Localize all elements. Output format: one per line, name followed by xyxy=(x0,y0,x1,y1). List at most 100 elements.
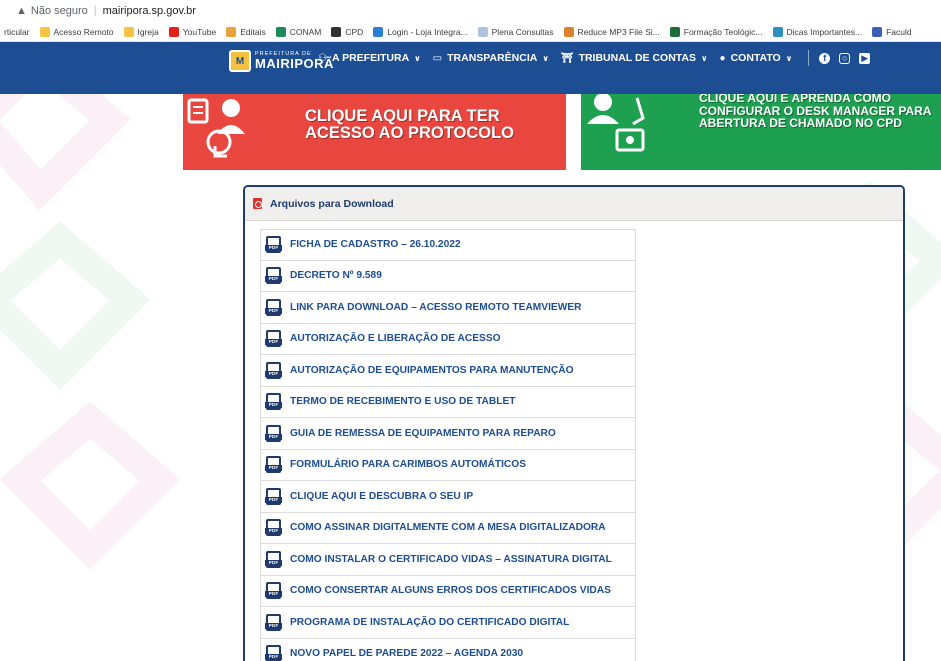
pdf-file-icon: PDF xyxy=(265,330,282,348)
nav-tribunal-de-contas[interactable]: ⛩ TRIBUNAL DE CONTAS ∨ xyxy=(561,52,708,64)
bookmark-item[interactable]: Acesso Remoto xyxy=(39,26,114,37)
download-link[interactable]: PDF DECRETO Nº 9.589 xyxy=(260,260,636,292)
bookmark-icon xyxy=(275,26,286,37)
download-link-label: COMO INSTALAR O CERTIFICADO VIDAS – ASSI… xyxy=(290,553,612,565)
pdf-file-icon: PDF xyxy=(265,236,282,254)
download-link[interactable]: PDF COMO CONSERTAR ALGUNS ERROS DOS CERTI… xyxy=(260,575,636,607)
download-link[interactable]: PDF COMO INSTALAR O CERTIFICADO VIDAS – A… xyxy=(260,544,636,576)
pdf-file-icon: PDF xyxy=(265,298,282,316)
download-link[interactable]: PDF AUTORIZAÇÃO E LIBERAÇÃO DE ACESSO xyxy=(260,323,636,355)
bookmark-item[interactable]: Faculd xyxy=(872,26,912,37)
bookmark-label: Igreja xyxy=(137,26,159,37)
bookmark-label: YouTube xyxy=(182,26,217,37)
bookmark-icon xyxy=(39,26,50,37)
bookmark-item[interactable]: Reduce MP3 File Si... xyxy=(563,26,660,37)
pdf-file-icon: PDF xyxy=(265,645,282,661)
download-link-label: CLIQUE AQUI E DESCUBRA O SEU IP xyxy=(290,490,474,502)
nav-label: CONTATO xyxy=(730,52,781,64)
pdf-file-tag: PDF xyxy=(265,276,282,283)
nav-label: TRANSPARÊNCIA xyxy=(447,52,538,64)
youtube-icon[interactable]: ▶ xyxy=(859,52,871,64)
download-link[interactable]: PDF TERMO DE RECEBIMENTO E USO DE TABLET xyxy=(260,386,636,418)
nav-label: A PREFEITURA xyxy=(331,52,410,64)
warning-icon[interactable]: ▲ xyxy=(16,5,27,17)
download-link[interactable]: PDF AUTORIZAÇÃO DE EQUIPAMENTOS PARA MANU… xyxy=(260,355,636,387)
bookmark-item[interactable]: Formação Teológic... xyxy=(669,26,763,37)
url-text[interactable]: mairipora.sp.gov.br xyxy=(103,5,196,17)
protocol-banner[interactable]: CLIQUE AQUI PARA TER ACESSO AO PROTOCOLO xyxy=(183,94,566,170)
bookmark-icon xyxy=(772,26,783,37)
pdf-file-icon: PDF xyxy=(265,487,282,505)
bookmark-item[interactable]: YouTube xyxy=(168,26,217,37)
pdf-icon xyxy=(253,198,262,209)
bookmark-label: Login - Loja Integra... xyxy=(387,26,468,37)
pdf-file-tag: PDF xyxy=(265,370,282,377)
facebook-icon[interactable]: f xyxy=(819,52,831,64)
download-link-label: NOVO PAPEL DE PAREDE 2022 – AGENDA 2030 xyxy=(290,648,524,660)
download-link-label: TERMO DE RECEBIMENTO E USO DE TABLET xyxy=(290,396,516,408)
download-link[interactable]: PDF CLIQUE AQUI E DESCUBRA O SEU IP xyxy=(260,481,636,513)
download-link[interactable]: PDF LINK PARA DOWNLOAD – ACESSO REMOTO TE… xyxy=(260,292,636,324)
download-link[interactable]: PDF PROGRAMA DE INSTALAÇÃO DO CERTIFICADO… xyxy=(260,607,636,639)
pdf-file-tag: PDF xyxy=(265,496,282,503)
instagram-icon[interactable]: ○ xyxy=(839,52,851,64)
pdf-file-icon: PDF xyxy=(265,550,282,568)
site-header: M PREFEITURA DE MAIRIPORÃ ⚇ A PREFEITURA… xyxy=(0,42,941,94)
download-link[interactable]: PDF COMO ASSINAR DIGITALMENTE COM A MESA … xyxy=(260,512,636,544)
download-link-label: FICHA DE CADASTRO – 26.10.2022 xyxy=(290,239,461,251)
bookmark-item[interactable]: Igreja xyxy=(123,26,159,37)
pdf-file-tag: PDF xyxy=(265,245,282,252)
desk-manager-banner-text: CLIQUE AQUI E APRENDA COMO CONFIGURAR O … xyxy=(699,94,932,131)
security-label[interactable]: Não seguro xyxy=(31,5,88,17)
bookmark-label: Editais xyxy=(240,26,266,37)
bookmark-item[interactable]: Plena Consultas xyxy=(477,26,554,37)
bookmark-item[interactable]: CONAM xyxy=(275,26,321,37)
download-link[interactable]: PDF FICHA DE CADASTRO – 26.10.2022 xyxy=(260,229,636,261)
download-link[interactable]: PDF GUIA DE REMESSA DE EQUIPAMENTO PARA R… xyxy=(260,418,636,450)
bookmark-label: Dicas Importantes... xyxy=(786,26,863,37)
bookmark-icon xyxy=(123,26,134,37)
bookmark-label: Formação Teológic... xyxy=(683,26,763,37)
bookmark-item[interactable]: Login - Loja Integra... xyxy=(373,26,468,37)
desk-manager-banner[interactable]: CLIQUE AQUI E APRENDA COMO CONFIGURAR O … xyxy=(581,94,941,170)
download-link[interactable]: PDF FORMULÁRIO PARA CARIMBOS AUTOMÁTICOS xyxy=(260,449,636,481)
protocol-banner-text: CLIQUE AQUI PARA TER ACESSO AO PROTOCOLO xyxy=(305,107,515,143)
bookmark-label: Reduce MP3 File Si... xyxy=(577,26,660,37)
download-link-label: LINK PARA DOWNLOAD – ACESSO REMOTO TEAMV… xyxy=(290,301,582,313)
pdf-file-icon: PDF xyxy=(265,267,282,285)
pdf-file-tag: PDF xyxy=(265,433,282,440)
pdf-file-icon: PDF xyxy=(265,424,282,442)
download-link-label: GUIA DE REMESSA DE EQUIPAMENTO PARA REPA… xyxy=(290,427,556,439)
pdf-file-icon: PDF xyxy=(265,519,282,537)
download-link[interactable]: PDF NOVO PAPEL DE PAREDE 2022 – AGENDA 20… xyxy=(260,638,636,661)
bookmark-label: Acesso Remoto xyxy=(53,26,114,37)
bookmark-icon xyxy=(331,26,342,37)
nav-transparencia[interactable]: ▭ TRANSPARÊNCIA ∨ xyxy=(433,52,549,64)
pdf-file-tag: PDF xyxy=(265,307,282,314)
bookmarks-bar: rticular Acesso Remoto Igreja YouTube Editai… xyxy=(0,22,941,42)
bookmark-item[interactable]: CPD xyxy=(331,26,364,37)
bookmark-icon xyxy=(168,26,179,37)
pdf-file-icon: PDF xyxy=(265,393,282,411)
download-link-label: FORMULÁRIO PARA CARIMBOS AUTOMÁTICOS xyxy=(290,459,526,471)
pdf-file-icon: PDF xyxy=(265,456,282,474)
download-link-label: COMO ASSINAR DIGITALMENTE COM A MESA DIG… xyxy=(290,522,606,534)
bookmark-label: CPD xyxy=(345,26,364,37)
pdf-file-tag: PDF xyxy=(265,591,282,598)
bookmark-item[interactable]: rticular xyxy=(4,27,30,37)
city-crest-icon: M xyxy=(229,50,251,72)
nav-a-prefeitura[interactable]: ⚇ A PREFEITURA ∨ xyxy=(318,52,421,64)
nav-contato[interactable]: ● CONTATO ∨ xyxy=(720,52,793,64)
pdf-file-icon: PDF xyxy=(265,613,282,631)
bookmark-icon xyxy=(373,26,384,37)
pdf-file-tag: PDF xyxy=(265,559,282,566)
bookmark-icon xyxy=(226,26,237,37)
download-link-label: AUTORIZAÇÃO E LIBERAÇÃO DE ACESSO xyxy=(290,333,501,345)
download-link-label: PROGRAMA DE INSTALAÇÃO DO CERTIFICADO DI… xyxy=(290,616,570,628)
pdf-file-tag: PDF xyxy=(265,528,282,535)
bookmark-item[interactable]: Editais xyxy=(226,26,266,37)
downloads-panel: Arquivos para Download PDF FICHA DE CADAS… xyxy=(243,185,905,661)
address-bar[interactable]: ▲ Não seguro | mairipora.sp.gov.br xyxy=(0,0,941,22)
downloads-panel-header: Arquivos para Download xyxy=(245,187,903,221)
bookmark-item[interactable]: Dicas Importantes... xyxy=(772,26,863,37)
